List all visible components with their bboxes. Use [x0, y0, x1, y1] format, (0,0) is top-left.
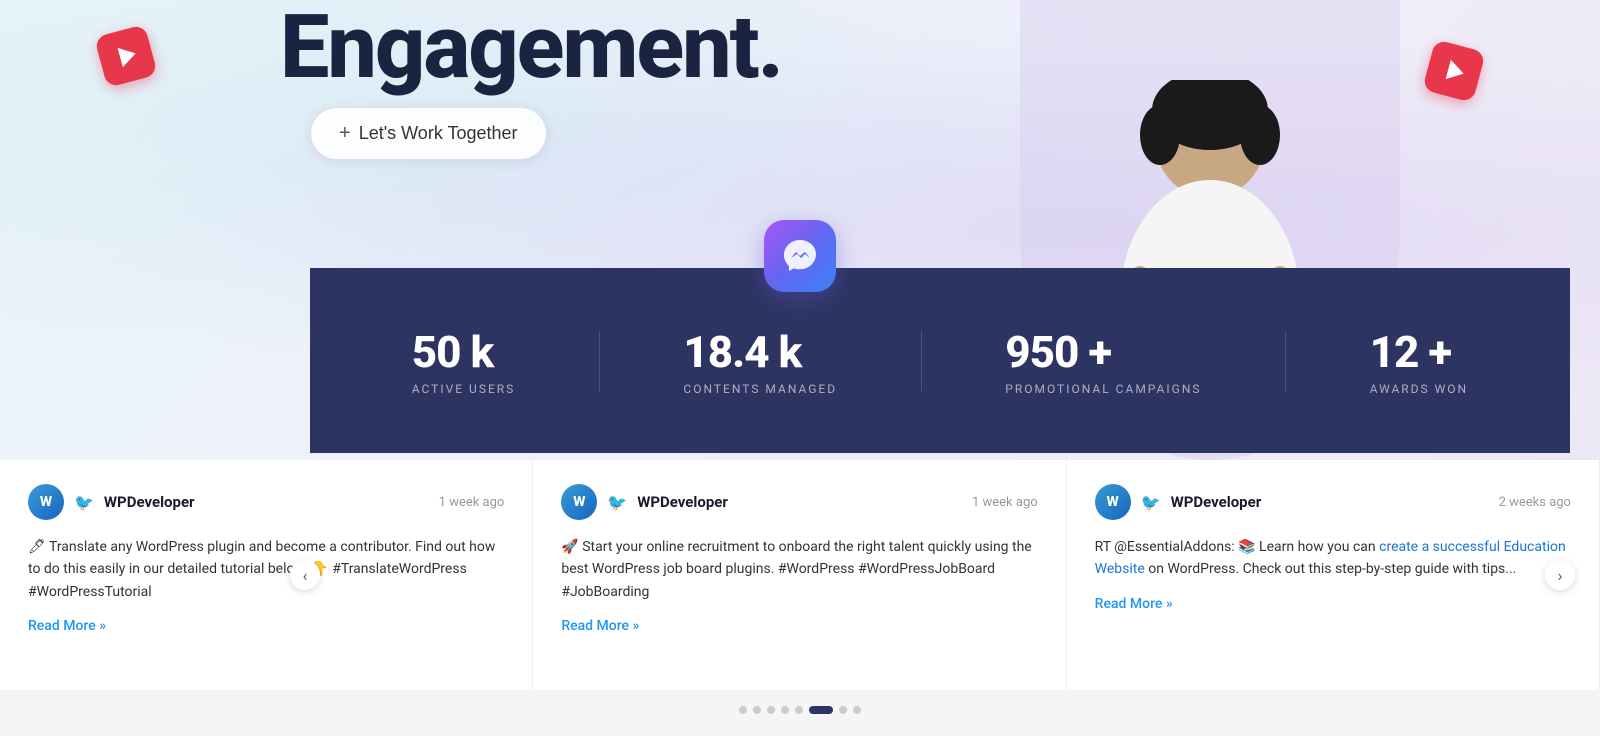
carousel-prev-button[interactable]: ‹	[290, 560, 320, 590]
stat-label-contents: CONTENTS MANAGED	[683, 382, 837, 396]
stat-number-contents: 18.4 k	[683, 326, 837, 378]
tweet-time-2: 1 week ago	[972, 495, 1038, 510]
stat-divider-1	[599, 331, 600, 391]
wp-logo-1: W	[28, 484, 64, 520]
dot-8[interactable]	[853, 706, 861, 714]
author-name-1: WPDeveloper	[104, 493, 429, 511]
messenger-icon	[764, 220, 836, 292]
twitter-icon-3: 🐦	[1141, 493, 1161, 512]
stats-bar: 50 k ACTIVE USERS 18.4 k CONTENTS MANAGE…	[310, 268, 1570, 453]
stat-number-users: 50 k	[412, 326, 516, 378]
stat-label-awards: AWARDS WON	[1370, 382, 1468, 396]
tweet-header-3: W 🐦 WPDeveloper 2 weeks ago	[1095, 484, 1571, 520]
wp-logo-2: W	[561, 484, 597, 520]
carousel-next-button[interactable]: ›	[1545, 560, 1575, 590]
dot-3[interactable]	[767, 706, 775, 714]
read-more-3[interactable]: Read More »	[1095, 596, 1173, 612]
stat-awards: 12 + AWARDS WON	[1370, 326, 1468, 396]
tweet-card-3: W 🐦 WPDeveloper 2 weeks ago RT @Essentia…	[1067, 460, 1600, 690]
tweet-header-1: W 🐦 WPDeveloper 1 week ago	[28, 484, 504, 520]
read-more-2[interactable]: Read More »	[561, 618, 639, 634]
dot-6-active[interactable]	[809, 706, 833, 714]
bottom-section: ‹ W 🐦 WPDeveloper 1 week ago 🖊 Translate…	[0, 460, 1600, 736]
author-name-2: WPDeveloper	[637, 493, 962, 511]
dot-2[interactable]	[753, 706, 761, 714]
stat-label-campaigns: PROMOTIONAL CAMPAIGNS	[1005, 382, 1201, 396]
stat-number-campaigns: 950 +	[1005, 326, 1201, 378]
twitter-icon-2: 🐦	[607, 493, 627, 512]
dot-1[interactable]	[739, 706, 747, 714]
stat-label-users: ACTIVE USERS	[412, 382, 516, 396]
hero-title: Engagement.	[280, 0, 782, 97]
read-more-1[interactable]: Read More »	[28, 618, 106, 634]
tweet-time-3: 2 weeks ago	[1499, 495, 1571, 510]
twitter-icon-1: 🐦	[74, 493, 94, 512]
dot-4[interactable]	[781, 706, 789, 714]
hero-section: Engagement. + Let's Work Together	[0, 0, 1600, 460]
cta-label: Let's Work Together	[359, 123, 518, 144]
highlight-link[interactable]: create a successful Education Website	[1095, 539, 1566, 577]
tweet-text-1: 🖊 Translate any WordPress plugin and bec…	[28, 536, 504, 603]
stat-contents-managed: 18.4 k CONTENTS MANAGED	[683, 326, 837, 396]
tweets-container: ‹ W 🐦 WPDeveloper 1 week ago 🖊 Translate…	[0, 460, 1600, 690]
messenger-float-icon	[764, 220, 836, 292]
pagination-dots	[0, 690, 1600, 730]
youtube-icon-right	[1428, 45, 1480, 97]
tweet-time-1: 1 week ago	[439, 495, 505, 510]
dot-5[interactable]	[795, 706, 803, 714]
dot-7[interactable]	[839, 706, 847, 714]
wp-logo-3: W	[1095, 484, 1131, 520]
stat-divider-3	[1285, 331, 1286, 391]
tweet-text-3: RT @EssentialAddons: 📚 Learn how you can…	[1095, 536, 1571, 581]
tweet-header-2: W 🐦 WPDeveloper 1 week ago	[561, 484, 1037, 520]
tweet-text-2: 🚀 Start your online recruitment to onboa…	[561, 536, 1037, 603]
tweet-card-2: W 🐦 WPDeveloper 1 week ago 🚀 Start your …	[533, 460, 1066, 690]
cta-button[interactable]: + Let's Work Together	[310, 107, 547, 160]
cta-plus-icon: +	[339, 122, 351, 145]
stat-active-users: 50 k ACTIVE USERS	[412, 326, 516, 396]
stat-divider-2	[921, 331, 922, 391]
tweet-card-1: W 🐦 WPDeveloper 1 week ago 🖊 Translate a…	[0, 460, 533, 690]
youtube-icon-left	[100, 30, 152, 82]
stat-number-awards: 12 +	[1370, 326, 1468, 378]
author-name-3: WPDeveloper	[1171, 493, 1489, 511]
stat-campaigns: 950 + PROMOTIONAL CAMPAIGNS	[1005, 326, 1201, 396]
